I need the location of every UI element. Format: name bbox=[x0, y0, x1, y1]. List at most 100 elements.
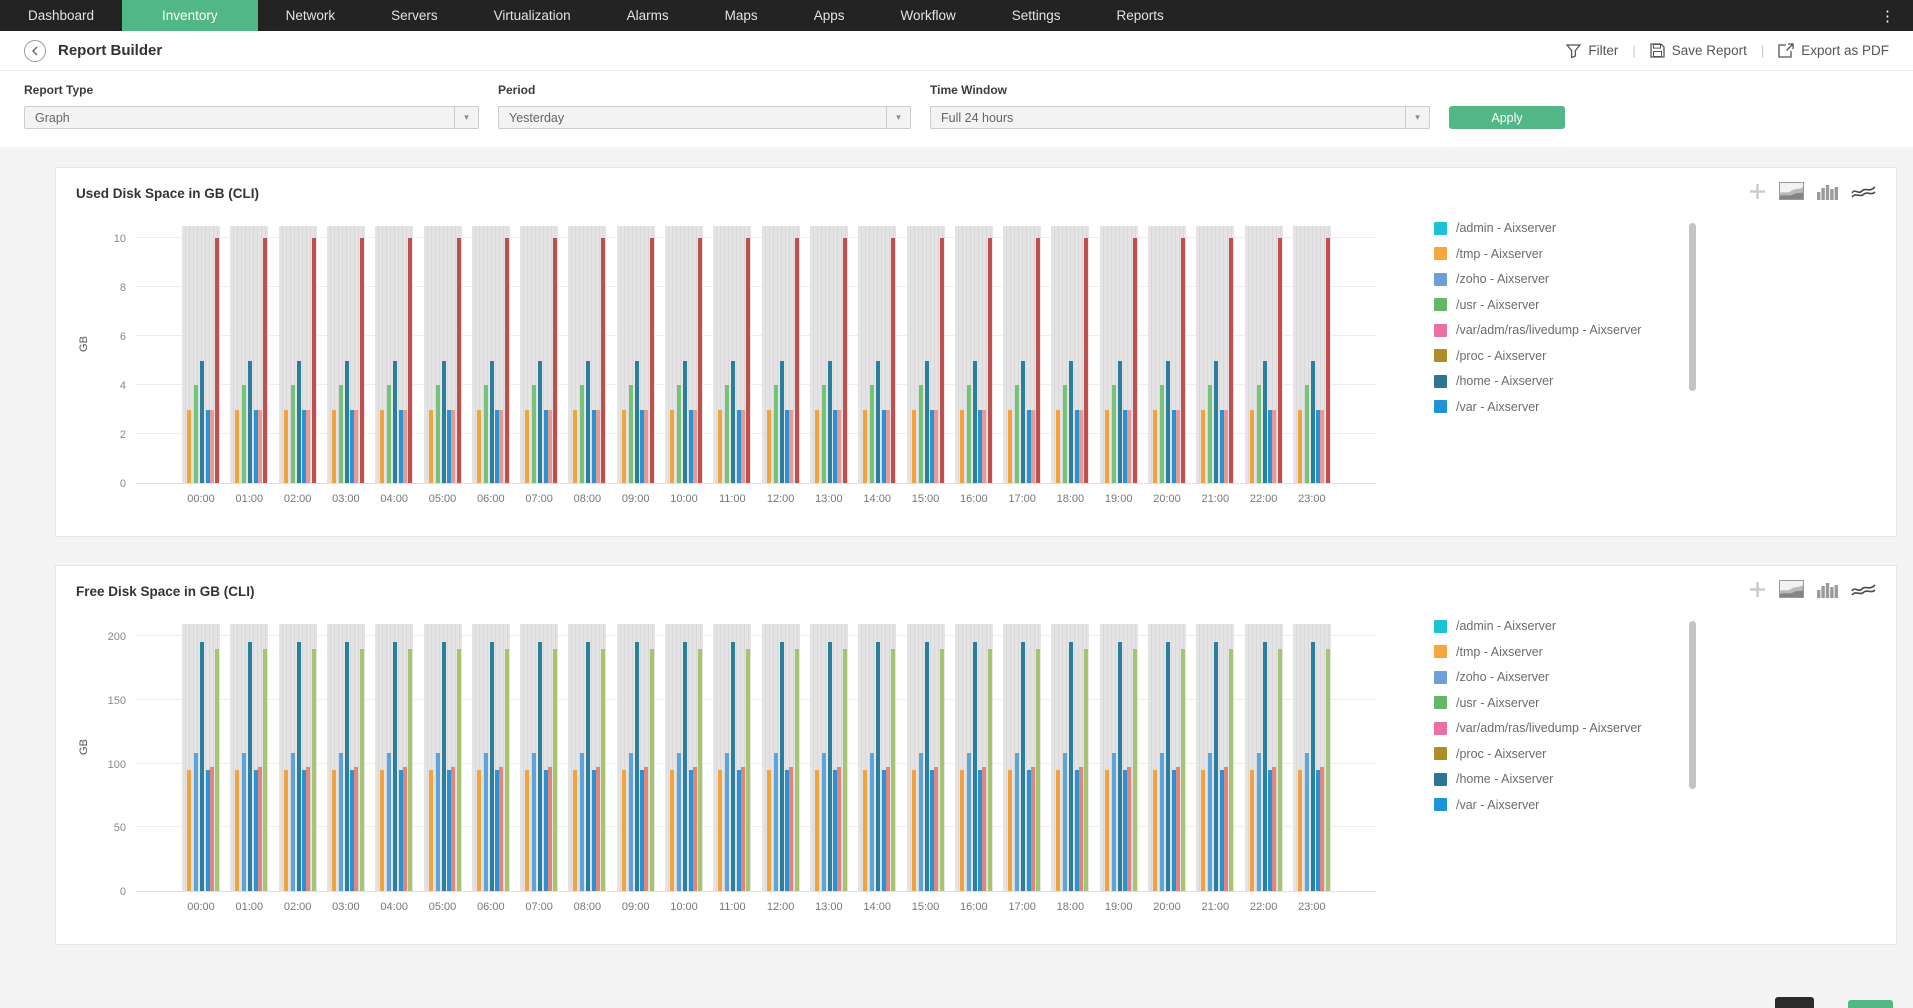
nav-item-network[interactable]: Network bbox=[258, 0, 364, 31]
bar bbox=[789, 409, 794, 483]
bar bbox=[731, 642, 736, 891]
nav-item-servers[interactable]: Servers bbox=[363, 0, 466, 31]
bar bbox=[1084, 648, 1089, 891]
legend-item[interactable]: /proc - Aixserver bbox=[1434, 747, 1696, 761]
nav-item-inventory[interactable]: Inventory bbox=[122, 0, 258, 31]
x-tick-label: 17:00 bbox=[1008, 493, 1036, 505]
filter-button[interactable]: Filter bbox=[1566, 43, 1618, 58]
nav-item-workflow[interactable]: Workflow bbox=[872, 0, 983, 31]
bar bbox=[344, 642, 349, 891]
legend-item[interactable]: /zoho - Aixserver bbox=[1434, 670, 1696, 684]
select-time-window[interactable]: Full 24 hours ▾ bbox=[930, 106, 1430, 129]
legend-item[interactable]: /tmp - Aixserver bbox=[1434, 645, 1696, 659]
floating-dark-button[interactable] bbox=[1775, 997, 1814, 1008]
bar bbox=[870, 385, 875, 483]
bar bbox=[499, 767, 504, 891]
x-tick-label: 12:00 bbox=[766, 901, 795, 913]
nav-item-dashboard[interactable]: Dashboard bbox=[0, 0, 122, 31]
bar bbox=[972, 642, 977, 891]
x-tick-label: 22:00 bbox=[1249, 901, 1278, 913]
x-tick-label: 12:00 bbox=[766, 493, 795, 505]
y-tick-label: 4 bbox=[119, 380, 126, 392]
report-builder-screen: Dashboard Inventory Network Servers Virtuali… bbox=[0, 0, 1913, 1008]
legend-item[interactable]: /admin - Aixserver bbox=[1434, 221, 1696, 235]
legend-item[interactable]: /home - Aixserver bbox=[1434, 772, 1696, 786]
bar bbox=[408, 238, 413, 483]
bar bbox=[794, 238, 799, 483]
legend-item[interactable]: /var - Aixserver bbox=[1434, 798, 1696, 812]
nav-items: Dashboard Inventory Network Servers Virtuali… bbox=[0, 0, 1192, 31]
x-tick-label: 19:00 bbox=[1104, 901, 1133, 913]
legend-item[interactable]: /tmp - Aixserver bbox=[1434, 247, 1696, 261]
gridline bbox=[136, 698, 1376, 700]
bar bbox=[1223, 409, 1228, 483]
x-tick-label: 10:00 bbox=[670, 901, 698, 913]
area-chart-type-icon[interactable] bbox=[1779, 580, 1804, 598]
legend-item[interactable]: /usr - Aixserver bbox=[1434, 696, 1696, 710]
legend-item[interactable]: /proc - Aixserver bbox=[1434, 349, 1696, 363]
legend-item[interactable]: /admin - Aixserver bbox=[1434, 619, 1696, 633]
nav-item-maps[interactable]: Maps bbox=[697, 0, 786, 31]
bar bbox=[621, 409, 626, 483]
bar bbox=[821, 385, 826, 483]
x-tick-label: 17:00 bbox=[1008, 901, 1036, 913]
select-period[interactable]: Yesterday ▾ bbox=[498, 106, 911, 129]
bar bbox=[553, 648, 558, 891]
legend-item[interactable]: /home - Aixserver bbox=[1434, 374, 1696, 388]
legend-scrollbar[interactable] bbox=[1689, 621, 1696, 789]
select-report-type[interactable]: Graph ▾ bbox=[24, 106, 479, 129]
nav-item-virtualization[interactable]: Virtualization bbox=[466, 0, 599, 31]
bar bbox=[842, 648, 847, 891]
legend-label: /admin - Aixserver bbox=[1456, 619, 1557, 633]
bar-chart-type-icon[interactable] bbox=[1817, 581, 1838, 598]
bar bbox=[601, 648, 606, 891]
legend-scrollbar[interactable] bbox=[1689, 223, 1696, 391]
bar bbox=[242, 385, 247, 483]
add-icon[interactable] bbox=[1749, 183, 1766, 200]
bar bbox=[1021, 642, 1026, 891]
category-band bbox=[471, 624, 510, 891]
nav-item-reports[interactable]: Reports bbox=[1089, 0, 1192, 31]
bar-chart-type-icon[interactable] bbox=[1817, 183, 1838, 200]
bar bbox=[483, 385, 488, 483]
nav-item-apps[interactable]: Apps bbox=[786, 0, 873, 31]
legend-item[interactable]: /usr - Aixserver bbox=[1434, 298, 1696, 312]
bar bbox=[489, 642, 494, 891]
add-icon[interactable] bbox=[1749, 581, 1766, 598]
kebab-menu-icon[interactable]: ⋮ bbox=[1872, 0, 1903, 31]
legend-item[interactable]: /zoho - Aixserver bbox=[1434, 272, 1696, 286]
bar bbox=[338, 753, 343, 891]
gridline bbox=[136, 635, 1376, 636]
bar bbox=[525, 769, 530, 891]
area-chart-type-icon[interactable] bbox=[1779, 182, 1804, 200]
apply-button[interactable]: Apply bbox=[1449, 106, 1565, 129]
top-nav: Dashboard Inventory Network Servers Virtuali… bbox=[0, 0, 1913, 31]
bar bbox=[773, 753, 778, 891]
legend-item[interactable]: /var/adm/ras/livedump - Aixserver bbox=[1434, 721, 1696, 735]
export-as-pdf-button[interactable]: Export as PDF bbox=[1778, 43, 1889, 58]
x-tick-label: 09:00 bbox=[621, 901, 650, 913]
bar bbox=[1320, 767, 1325, 891]
save-report-button[interactable]: Save Report bbox=[1650, 43, 1747, 58]
category-band bbox=[1196, 624, 1235, 891]
bar bbox=[683, 360, 687, 483]
bar bbox=[242, 753, 247, 891]
gridline bbox=[136, 433, 1376, 434]
line-chart-type-icon[interactable] bbox=[1851, 184, 1876, 199]
bar bbox=[621, 769, 626, 891]
x-tick-label: 15:00 bbox=[911, 493, 940, 505]
floating-chat-button[interactable] bbox=[1848, 1000, 1893, 1008]
bar bbox=[290, 753, 295, 891]
bar bbox=[1104, 769, 1109, 891]
line-chart-type-icon[interactable] bbox=[1851, 582, 1876, 597]
nav-item-alarms[interactable]: Alarms bbox=[599, 0, 697, 31]
bar bbox=[966, 385, 971, 483]
legend-item[interactable]: /var - Aixserver bbox=[1434, 400, 1696, 414]
back-button[interactable] bbox=[24, 39, 46, 62]
bar bbox=[1304, 753, 1309, 891]
legend-item[interactable]: /var/adm/ras/livedump - Aixserver bbox=[1434, 323, 1696, 337]
y-tick-label: 200 bbox=[107, 631, 126, 643]
export-icon bbox=[1778, 43, 1794, 58]
nav-item-settings[interactable]: Settings bbox=[984, 0, 1089, 31]
x-tick-label: 04:00 bbox=[380, 901, 408, 913]
